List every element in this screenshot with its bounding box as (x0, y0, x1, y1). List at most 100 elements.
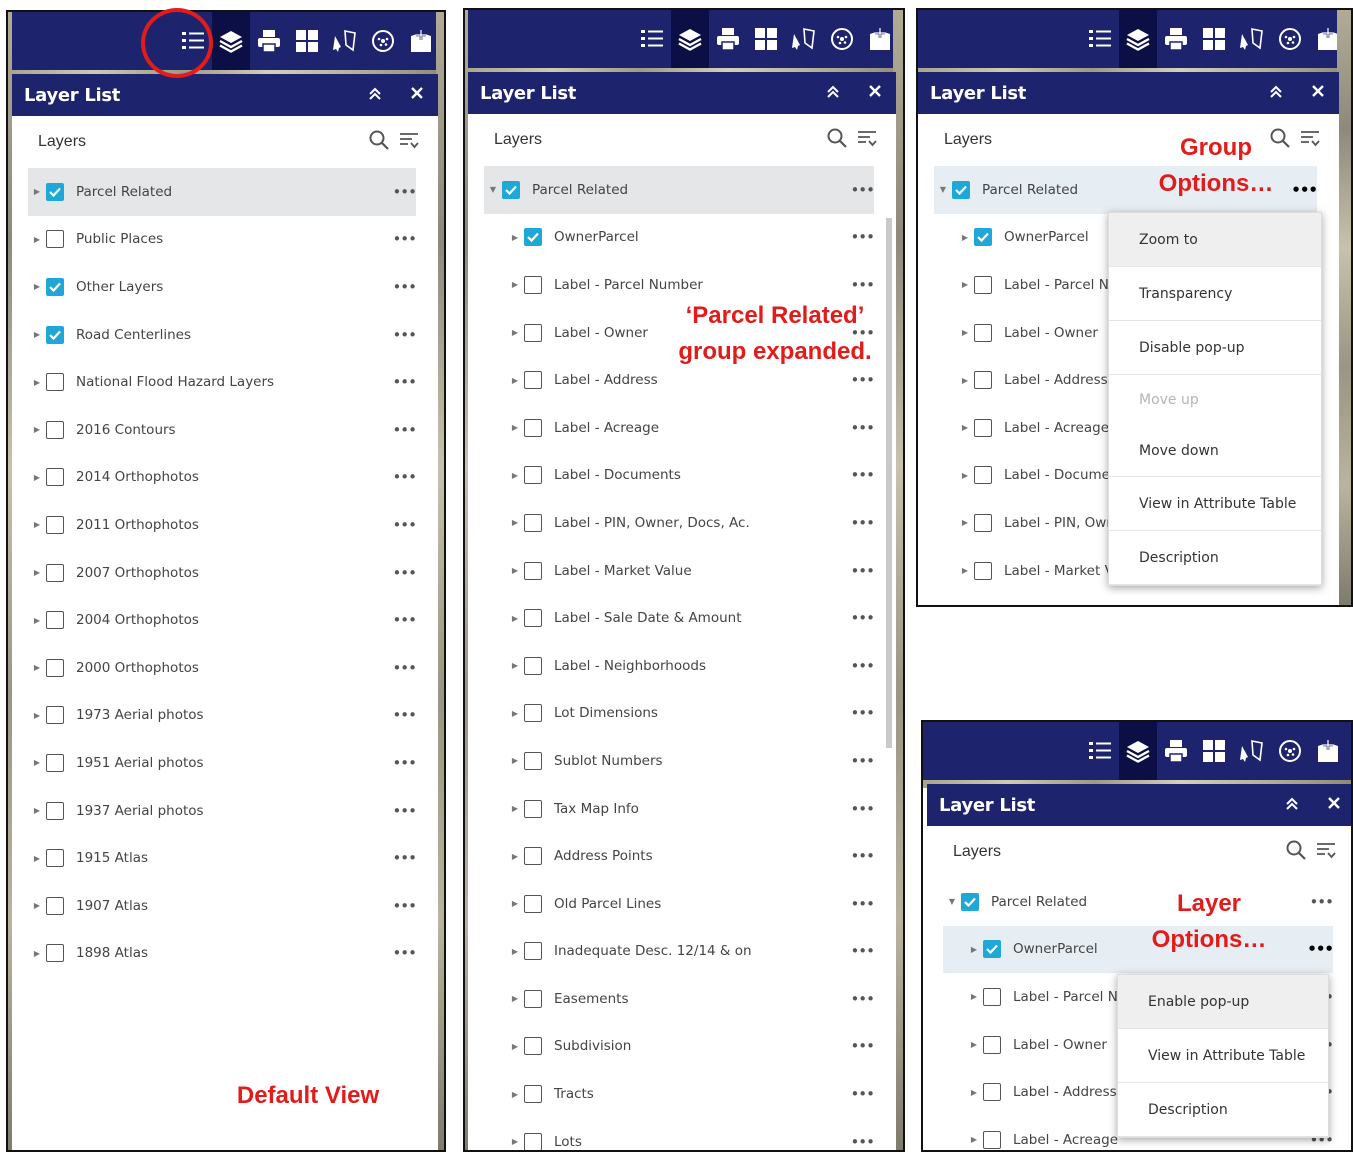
more-options-icon[interactable]: ••• (844, 181, 875, 199)
caret-right-icon[interactable]: ▶ (506, 1090, 524, 1099)
filter-list-icon[interactable] (1291, 127, 1321, 154)
caret-right-icon[interactable]: ▶ (28, 235, 46, 244)
caret-down-icon[interactable]: ▼ (943, 897, 961, 906)
layer-checkbox[interactable] (524, 323, 542, 342)
layer-row[interactable]: ▶ National Flood Hazard Layers ••• (28, 358, 417, 406)
layer-row[interactable]: ▶ 1973 Aerial photos ••• (28, 692, 417, 740)
layer-row[interactable]: ▶ Address Points ••• (484, 832, 875, 880)
more-options-icon[interactable]: ••• (844, 466, 875, 484)
layer-row[interactable]: ▶ 2007 Orthophotos ••• (28, 549, 417, 597)
more-options-icon[interactable]: ••• (844, 657, 875, 675)
caret-right-icon[interactable]: ▶ (506, 423, 524, 432)
more-options-icon[interactable]: ••• (386, 944, 417, 962)
caret-right-icon[interactable]: ▶ (506, 376, 524, 385)
layer-checkbox[interactable] (524, 513, 542, 532)
layer-row[interactable]: ▶ 2014 Orthophotos ••• (28, 454, 417, 502)
measurement-icon[interactable] (1233, 10, 1271, 68)
layer-row[interactable]: ▶ Label - Sale Date & Amount ••• (484, 594, 875, 642)
more-options-icon[interactable]: ••• (844, 1085, 875, 1103)
caret-right-icon[interactable]: ▶ (506, 661, 524, 670)
more-options-icon[interactable]: ••• (386, 468, 417, 486)
menu-item-view-in-attribute-table[interactable]: View in Attribute Table (1109, 477, 1321, 531)
layer-row[interactable]: ▶ Public Places ••• (28, 216, 417, 264)
layer-checkbox[interactable] (46, 420, 64, 439)
layer-checkbox[interactable] (46, 611, 64, 630)
legend-icon[interactable] (633, 10, 671, 68)
caret-right-icon[interactable]: ▶ (506, 280, 524, 289)
layer-checkbox[interactable] (502, 180, 520, 199)
layer-checkbox[interactable] (46, 277, 64, 296)
layers-icon[interactable] (1119, 10, 1157, 68)
layer-checkbox[interactable] (524, 418, 542, 437)
menu-item-move-down[interactable]: Move down (1109, 425, 1321, 477)
gps-icon[interactable] (364, 12, 402, 70)
more-options-icon[interactable]: ••• (844, 847, 875, 865)
gps-icon[interactable] (1271, 722, 1309, 780)
caret-right-icon[interactable]: ▶ (506, 1137, 524, 1146)
layer-row[interactable]: ▶ Other Layers ••• (28, 263, 417, 311)
more-options-icon[interactable]: ••• (844, 514, 875, 532)
more-options-icon[interactable]: ••• (1287, 181, 1318, 199)
layer-row[interactable]: ▶ 2011 Orthophotos ••• (28, 501, 417, 549)
layer-checkbox[interactable] (524, 228, 542, 247)
layer-row[interactable]: ▶ Label - PIN, Owner, Docs, Ac. ••• (484, 499, 875, 547)
double-chevron-up-icon[interactable] (812, 83, 854, 104)
layer-checkbox[interactable] (524, 656, 542, 675)
layer-row[interactable]: ▶ Lot Dimensions ••• (484, 690, 875, 738)
legend-icon[interactable] (1081, 722, 1119, 780)
more-options-icon[interactable]: ••• (386, 802, 417, 820)
more-options-icon[interactable]: ••• (386, 849, 417, 867)
more-options-icon[interactable]: ••• (386, 230, 417, 248)
layer-checkbox[interactable] (46, 182, 64, 201)
caret-right-icon[interactable]: ▶ (506, 566, 524, 575)
layer-row[interactable]: ▶ 1937 Aerial photos ••• (28, 787, 417, 835)
menu-item-zoom-to[interactable]: Zoom to (1109, 213, 1321, 267)
more-options-icon[interactable]: ••• (386, 278, 417, 296)
caret-right-icon[interactable]: ▶ (956, 233, 974, 242)
caret-right-icon[interactable]: ▶ (28, 854, 46, 863)
layer-checkbox[interactable] (524, 275, 542, 294)
layer-row[interactable]: ▶ OwnerParcel ••• (484, 214, 875, 262)
layer-checkbox[interactable] (974, 371, 992, 390)
more-options-icon[interactable]: ••• (844, 371, 875, 389)
more-options-icon[interactable]: ••• (386, 897, 417, 915)
caret-right-icon[interactable]: ▶ (506, 899, 524, 908)
caret-right-icon[interactable]: ▶ (506, 614, 524, 623)
caret-right-icon[interactable]: ▶ (506, 518, 524, 527)
layer-checkbox[interactable] (974, 275, 992, 294)
layer-checkbox[interactable] (46, 658, 64, 677)
more-options-icon[interactable]: ••• (844, 276, 875, 294)
layer-row[interactable]: ▶ Road Centerlines ••• (28, 311, 417, 359)
caret-right-icon[interactable]: ▶ (965, 1135, 983, 1144)
caret-right-icon[interactable]: ▶ (28, 520, 46, 529)
gps-icon[interactable] (1271, 10, 1309, 68)
layer-row[interactable]: ▶ Tax Map Info ••• (484, 785, 875, 833)
layer-row[interactable]: ▶ Subdivision ••• (484, 1023, 875, 1071)
basemap-gallery-icon[interactable] (288, 12, 326, 70)
layer-checkbox[interactable] (524, 609, 542, 628)
more-options-icon[interactable]: ••• (386, 754, 417, 772)
caret-right-icon[interactable]: ▶ (506, 709, 524, 718)
more-options-icon[interactable]: ••• (844, 800, 875, 818)
menu-item-enable-pop-up[interactable]: Enable pop-up (1118, 975, 1328, 1029)
caret-right-icon[interactable]: ▶ (956, 423, 974, 432)
caret-right-icon[interactable]: ▶ (506, 947, 524, 956)
layer-checkbox[interactable] (46, 706, 64, 725)
close-icon[interactable] (396, 85, 438, 106)
menu-item-view-in-attribute-table[interactable]: View in Attribute Table (1118, 1029, 1328, 1083)
layer-checkbox[interactable] (524, 466, 542, 485)
layer-checkbox[interactable] (46, 753, 64, 772)
layer-row[interactable]: ▶ Label - Neighborhoods ••• (484, 642, 875, 690)
caret-right-icon[interactable]: ▶ (956, 280, 974, 289)
more-options-icon[interactable]: ••• (386, 706, 417, 724)
bookmark-icon[interactable] (1309, 722, 1347, 780)
layer-checkbox[interactable] (46, 325, 64, 344)
layer-row[interactable]: ▶ Tracts ••• (484, 1070, 875, 1118)
caret-right-icon[interactable]: ▶ (28, 282, 46, 291)
caret-right-icon[interactable]: ▶ (506, 852, 524, 861)
caret-right-icon[interactable]: ▶ (506, 1042, 524, 1051)
layer-checkbox[interactable] (974, 228, 992, 247)
layer-checkbox[interactable] (983, 987, 1001, 1006)
more-options-icon[interactable]: ••• (844, 895, 875, 913)
caret-right-icon[interactable]: ▶ (506, 233, 524, 242)
